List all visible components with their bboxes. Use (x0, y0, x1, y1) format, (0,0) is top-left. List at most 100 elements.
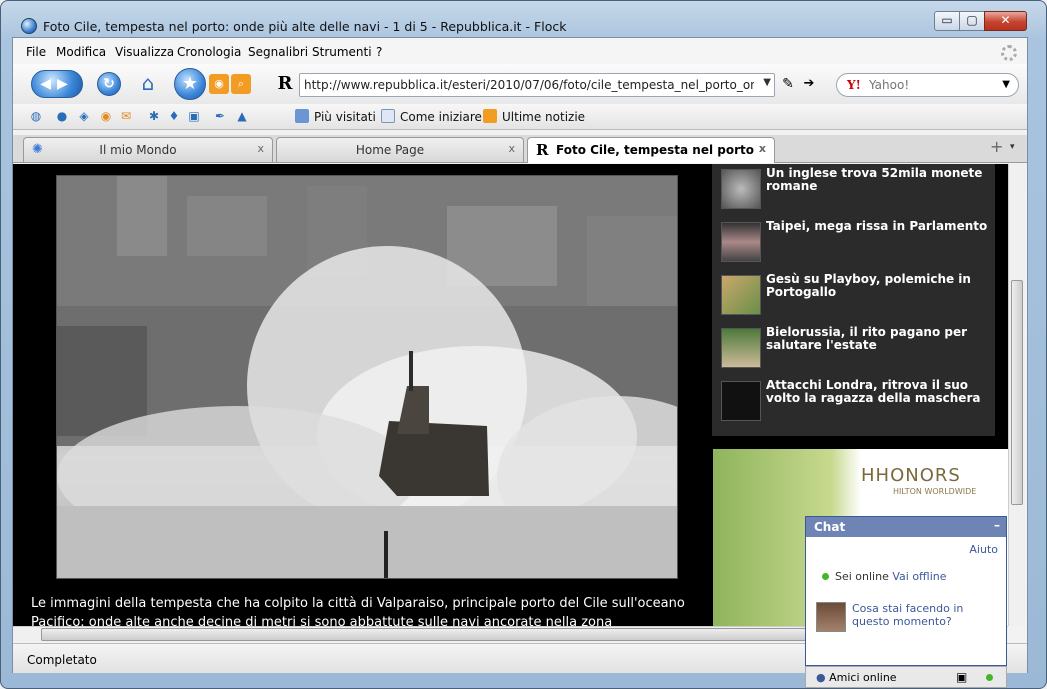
blog-this-button[interactable]: ✎ (778, 74, 798, 94)
close-button[interactable]: ✕ (984, 11, 1027, 31)
yahoo-logo-icon: Y! (847, 78, 861, 92)
media-icon[interactable]: ◈ (75, 107, 93, 125)
magnify-feed-button[interactable]: ⌕ (231, 74, 251, 94)
back-forward-button[interactable]: ◀▶ (31, 70, 83, 98)
chat-dock-bar: ● Amici online ▣ (805, 666, 1007, 688)
chat-help-link[interactable]: Aiuto (969, 543, 998, 556)
vertical-scrollbar[interactable] (1008, 164, 1025, 626)
rss-icon: ◉ (214, 77, 224, 90)
browser-window: Foto Cile, tempesta nel porto: onde più … (0, 0, 1047, 689)
storm-photo-illustration (57, 176, 737, 578)
menu-help[interactable]: ? (376, 45, 382, 59)
tab-close-icon[interactable]: x (508, 142, 515, 155)
friends-online-button[interactable]: ● Amici online (816, 671, 897, 684)
thumbnail[interactable] (721, 169, 761, 209)
go-offline-link[interactable]: Vai offline (892, 570, 946, 583)
bookmark-piu-visitati[interactable]: Più visitati (295, 109, 376, 124)
accounts-icon[interactable]: ✱ (145, 107, 163, 125)
url-input[interactable] (304, 77, 754, 93)
people-icon[interactable]: ● (53, 107, 71, 125)
menu-file[interactable]: File (26, 45, 46, 59)
mail-icon[interactable]: ✉ (117, 107, 135, 125)
storm-photo[interactable] (56, 175, 737, 579)
list-item[interactable]: Un inglese trova 52mila monete romane (721, 167, 993, 213)
go-button[interactable]: ➔ (799, 74, 819, 94)
page-icon (381, 109, 395, 123)
list-item[interactable]: Gesù su Playboy, polemiche in Portogallo (721, 273, 993, 319)
edit-page-icon: ✎ (782, 76, 794, 92)
hhonors-logo: HHONORS (861, 465, 961, 486)
thumbnail[interactable] (721, 381, 761, 421)
forward-arrow-icon: ▶ (57, 76, 74, 92)
search-box[interactable]: Y! ▼ (836, 73, 1019, 97)
list-item[interactable]: Bielorussia, il rito pagano per salutare… (721, 326, 993, 372)
search-dropdown-icon[interactable]: ▼ (1002, 79, 1010, 90)
feeds-icon[interactable]: ◉ (97, 107, 115, 125)
home-icon: ⌂ (141, 71, 155, 95)
chat-minimize-button[interactable]: – (994, 518, 1000, 532)
photo-caption: Le immagini della tempesta che ha colpit… (31, 596, 685, 626)
upload-icon[interactable]: ▲ (233, 107, 251, 125)
go-arrow-icon: ➔ (803, 76, 815, 91)
search-input[interactable] (869, 78, 999, 92)
people-toolbar: ◍ ● ◈ ◉ ✉ ✱ ♦ ▣ ✒ ▲ Più visitati Come in… (13, 104, 1027, 130)
chat-title: Chat (814, 520, 846, 534)
minimize-button[interactable]: ▭ (934, 11, 960, 31)
status-text: Completato (27, 653, 97, 667)
list-item[interactable]: Attacchi Londra, ritrova il suo volto la… (721, 379, 993, 425)
presentation-icon[interactable]: ▣ (956, 670, 967, 684)
hilton-worldwide-text: HILTON WORLDWIDE (893, 487, 977, 496)
pin-icon[interactable]: ♦ (165, 107, 183, 125)
tab-il-mio-mondo[interactable]: ✺ Il mio Mondo x (23, 137, 273, 162)
status-prompt-text[interactable]: Cosa stai facendo in questo momento? (852, 602, 1001, 628)
magnifier-icon: ⌕ (237, 77, 245, 90)
online-dot-icon (822, 573, 829, 580)
star-favorite-button[interactable]: ★ (174, 68, 206, 100)
reload-icon: ↻ (103, 76, 115, 92)
online-dot-icon (986, 674, 993, 681)
bookmark-ultime-notizie[interactable]: Ultime notizie (483, 109, 585, 124)
site-favicon: R (275, 74, 295, 94)
related-photos-list: Un inglese trova 52mila monete romane Ta… (712, 164, 995, 436)
vertical-scroll-thumb[interactable] (1011, 280, 1023, 505)
clipboard-icon[interactable]: ▣ (185, 107, 203, 125)
tab-list-button[interactable]: ▾ (1010, 142, 1015, 152)
thumbnail[interactable] (721, 328, 761, 368)
home-button[interactable]: ⌂ (135, 73, 161, 97)
browser-client: File Modifica Visualizza Cronologia Segn… (12, 37, 1028, 688)
online-dot-button[interactable] (986, 671, 999, 684)
tab-strip: ✺ Il mio Mondo x Home Page x R Foto Cile… (13, 135, 1027, 163)
menu-modifica[interactable]: Modifica (56, 45, 106, 59)
blog-icon[interactable]: ✒ (211, 107, 229, 125)
star-icon: ★ (181, 73, 199, 94)
menu-bar: File Modifica Visualizza Cronologia Segn… (13, 38, 1027, 64)
repubblica-logo-icon: R (277, 73, 293, 94)
menu-strumenti[interactable]: Strumenti (312, 45, 372, 59)
status-prompt[interactable]: Cosa stai facendo in questo momento? (816, 602, 1001, 634)
chat-header[interactable]: Chat – (806, 517, 1006, 537)
tab-close-icon[interactable]: x (257, 142, 264, 155)
flock-logo-icon (21, 18, 37, 34)
menu-segnalibri[interactable]: Segnalibri (248, 45, 308, 59)
new-tab-button[interactable]: + (990, 139, 1006, 156)
maximize-button[interactable]: ▢ (959, 11, 985, 31)
rss-feed-button[interactable]: ◉ (209, 74, 229, 94)
list-item[interactable]: Taipei, mega rissa in Parlamento (721, 220, 993, 266)
repubblica-logo-icon: R (536, 141, 549, 159)
url-dropdown-icon[interactable]: ▼ (763, 77, 771, 88)
person-icon: ● (816, 671, 826, 684)
address-bar[interactable]: ▼ (299, 73, 775, 97)
tab-foto-cile[interactable]: R Foto Cile, tempesta nel porto: ond... … (527, 137, 775, 163)
navigation-toolbar: ◀▶ ↻ ⌂ ★ ◉ ⌕ R ▼ (13, 64, 1027, 104)
menu-visualizza[interactable]: Visualizza (115, 45, 174, 59)
thumbnail[interactable] (721, 222, 761, 262)
globe-icon[interactable]: ◍ (27, 107, 45, 125)
online-status: Sei online Vai offline (822, 570, 946, 583)
menu-cronologia[interactable]: Cronologia (177, 45, 241, 59)
thumbnail[interactable] (721, 275, 761, 315)
reload-button[interactable]: ↻ (97, 72, 121, 96)
magnifier-icon (295, 109, 309, 123)
tab-home-page[interactable]: Home Page x (276, 137, 524, 162)
bookmark-come-iniziare[interactable]: Come iniziare (381, 109, 482, 124)
tab-close-icon[interactable]: x (759, 142, 766, 155)
